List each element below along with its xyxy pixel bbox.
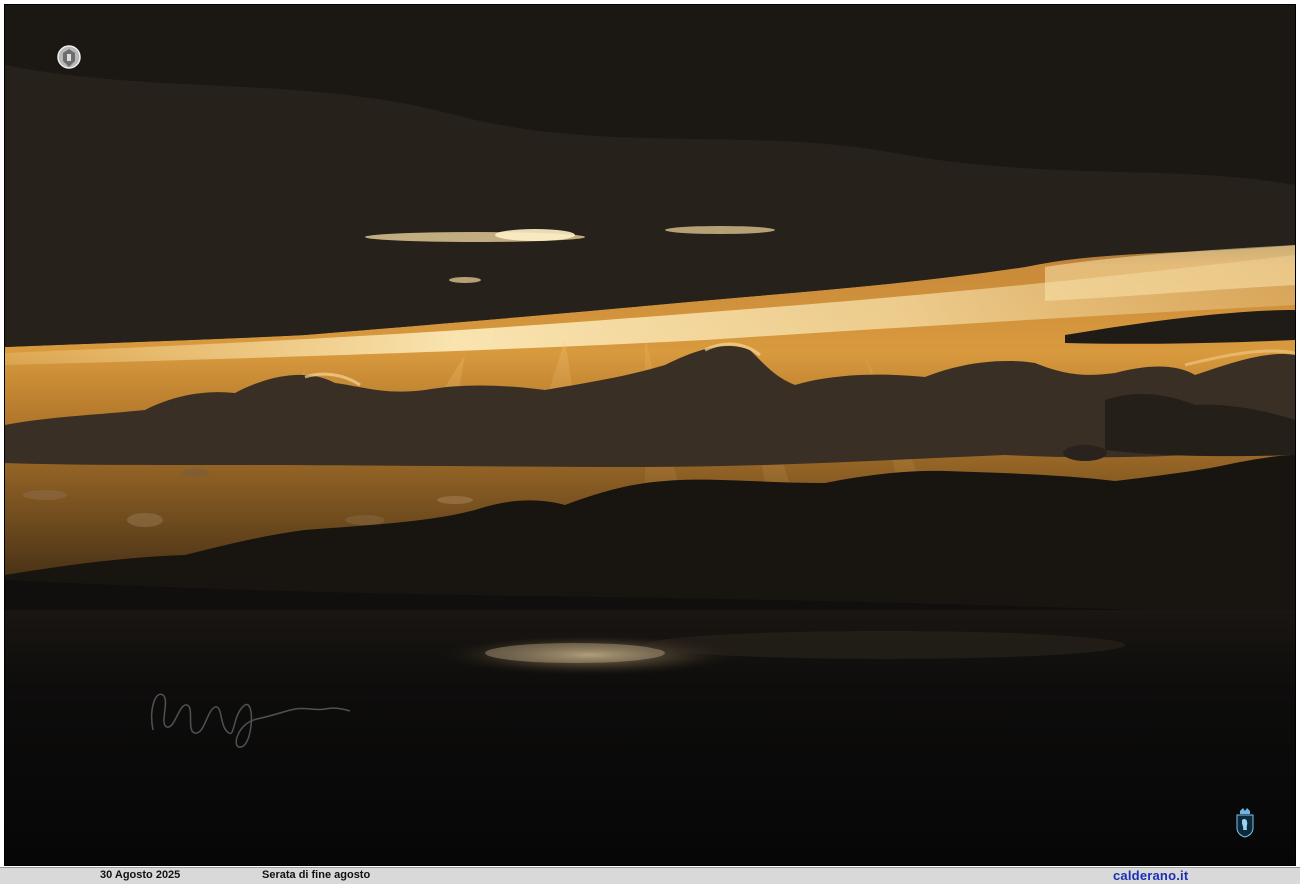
caption-bar: 30 Agosto 2025 Serata di fine agosto cal…: [0, 867, 1300, 884]
handwritten-signature: [151, 693, 351, 748]
crest-watermark-icon: [57, 45, 81, 69]
photo-frame: 30 Agosto 2025 Serata di fine agosto cal…: [0, 0, 1300, 884]
sunset-photo: [4, 4, 1296, 866]
site-link[interactable]: calderano.it: [1113, 868, 1188, 883]
photo-title: Serata di fine agosto: [262, 869, 371, 881]
lion-crest-icon: [1236, 808, 1254, 838]
photo-date: 30 Agosto 2025: [100, 869, 181, 881]
